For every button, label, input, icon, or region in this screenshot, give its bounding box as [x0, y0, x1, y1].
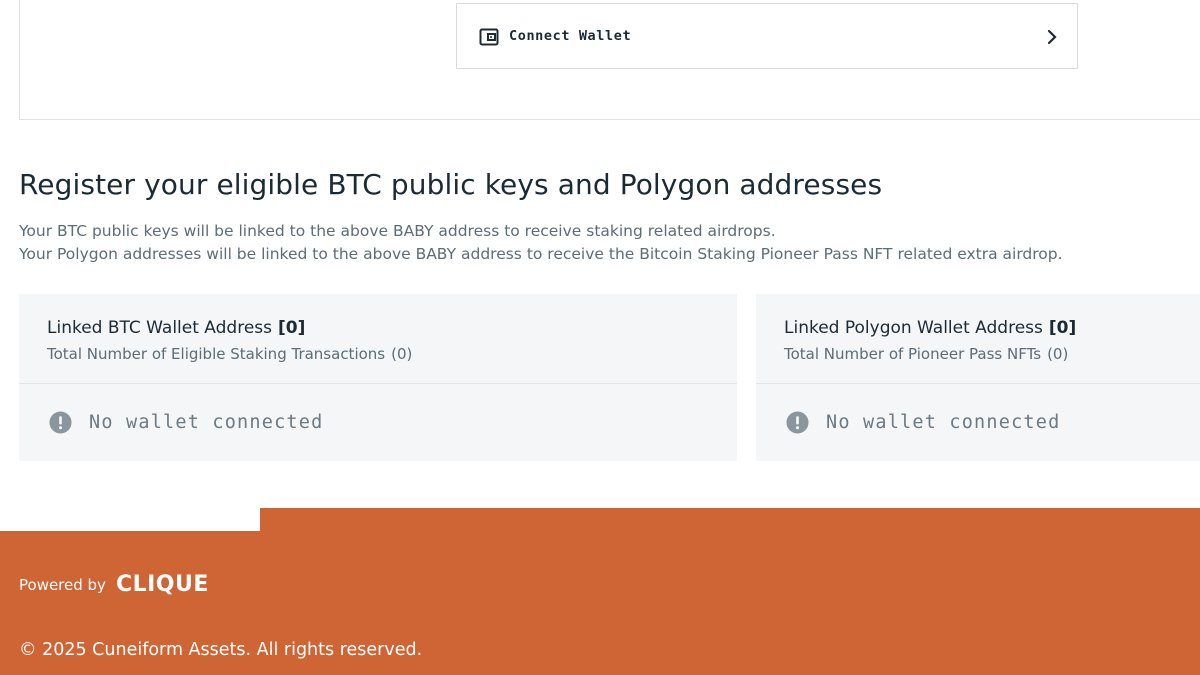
wallet-connect-card: Connect Wallet — [19, 0, 1200, 120]
polygon-panel-title: Linked Polygon Wallet Address [0] — [784, 318, 1076, 338]
polygon-panel-header: Linked Polygon Wallet Address [0] Total N… — [756, 294, 1200, 384]
section-desc-line2: Your Polygon addresses will be linked to… — [19, 245, 1063, 263]
polygon-wallet-panel: Linked Polygon Wallet Address [0] Total N… — [756, 294, 1200, 461]
btc-panel-header: Linked BTC Wallet Address [0] Total Numbe… — [19, 294, 737, 384]
btc-panel-title-text: Linked BTC Wallet Address — [47, 318, 273, 338]
alert-circle-icon — [786, 411, 809, 434]
wallet-icon — [479, 28, 499, 46]
btc-panel-title: Linked BTC Wallet Address [0] — [47, 318, 305, 338]
clique-logo[interactable]: CLIQUE — [116, 572, 209, 597]
alert-circle-icon — [49, 411, 72, 434]
btc-staking-tx-count: (0) — [391, 345, 413, 363]
btc-address-count: [0] — [278, 318, 306, 338]
btc-status-text: No wallet connected — [89, 412, 324, 433]
powered-by-text: Powered by — [19, 575, 106, 594]
chevron-right-icon — [1047, 29, 1057, 45]
polygon-wallet-status: No wallet connected — [786, 411, 1060, 434]
btc-panel-subtitle: Total Number of Eligible Staking Transac… — [47, 345, 412, 363]
pioneer-pass-nft-count: (0) — [1047, 345, 1069, 363]
connect-wallet-button[interactable]: Connect Wallet — [456, 3, 1078, 69]
connect-wallet-label: Connect Wallet — [509, 28, 632, 44]
btc-wallet-panel: Linked BTC Wallet Address [0] Total Numbe… — [19, 294, 737, 461]
section-title: Register your eligible BTC public keys a… — [19, 168, 883, 201]
btc-panel-subtitle-text: Total Number of Eligible Staking Transac… — [47, 345, 386, 363]
btc-wallet-status: No wallet connected — [49, 411, 323, 434]
footer-accent — [260, 508, 1200, 532]
polygon-panel-subtitle-text: Total Number of Pioneer Pass NFTs — [784, 345, 1042, 363]
section-desc-line1: Your BTC public keys will be linked to t… — [19, 222, 776, 240]
section-description: Your BTC public keys will be linked to t… — [19, 220, 1063, 266]
polygon-panel-title-text: Linked Polygon Wallet Address — [784, 318, 1043, 338]
polygon-status-text: No wallet connected — [826, 412, 1061, 433]
copyright-text: © 2025 Cuneiform Assets. All rights rese… — [19, 640, 423, 660]
powered-by: Powered by CLIQUE — [19, 572, 209, 597]
polygon-panel-subtitle: Total Number of Pioneer Pass NFTs (0) — [784, 345, 1068, 363]
polygon-address-count: [0] — [1048, 318, 1077, 338]
